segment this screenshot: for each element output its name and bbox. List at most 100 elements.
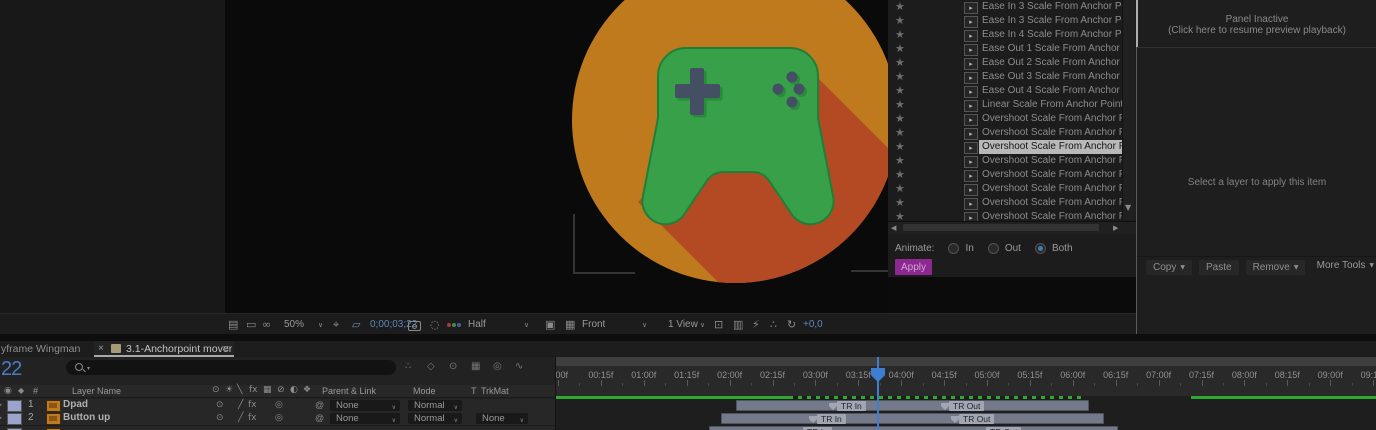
resolution-value[interactable]: Half [468,314,486,335]
timeline-search-field[interactable]: ▾ [66,360,396,375]
transparency-grid-icon[interactable]: ▦ [565,314,575,335]
time-ruler[interactable]: 0:00f 00:15f 01:00f 01:15f 02:00f 02:15f… [556,366,1376,396]
exposure-value[interactable]: +0,0 [803,314,823,335]
mask-glasses-icon[interactable]: ∞ [262,314,271,335]
switch-column-icon[interactable]: ╲ [237,385,242,395]
copy-button[interactable]: Copy▼ [1146,260,1192,275]
region-toggle-icon[interactable]: ▣ [545,314,555,335]
remove-button[interactable]: Remove▼ [1246,260,1306,275]
vertical-scrollbar[interactable]: ▼ [1122,0,1135,220]
favorite-star-icon[interactable]: ★ [895,70,905,84]
preset-item[interactable]: ★ ▸ Ease Out 4 Scale From Anchor Po [888,84,1136,98]
favorite-star-icon[interactable]: ★ [895,182,905,196]
favorite-star-icon[interactable]: ★ [895,0,905,14]
preset-item[interactable]: ★ ▸ Overshoot Scale From Anchor Po [888,182,1136,196]
pick-whip-icon[interactable]: @ [315,413,324,423]
favorite-star-icon[interactable]: ★ [895,14,905,28]
shared-view-icon[interactable]: ⊡ [714,314,723,335]
preset-item[interactable]: ★ ▸ Ease Out 1 Scale From Anchor Po [888,42,1136,56]
pixel-aspect-icon[interactable]: ▥ [733,314,743,335]
radio-out[interactable]: Out [988,243,1021,254]
marker-out-label[interactable]: TR Out [959,414,994,424]
close-icon[interactable]: × [98,343,104,354]
favorite-star-icon[interactable]: ★ [895,84,905,98]
tab-keyframe-wingman[interactable]: yframe Wingman [1,343,80,355]
twirl-icon[interactable]: ▸ [0,400,2,409]
scroll-down-icon[interactable]: ▼ [1125,203,1131,212]
layer-row[interactable]: ▸ 1 Dpad ⊙╱fx◎ @ None∨ Normal∨ [0,399,555,413]
mode-dropdown[interactable]: Normal∨ [408,413,462,424]
mode-column-header[interactable]: Mode [413,386,436,396]
camera-snapshot-icon[interactable] [408,321,421,331]
favorite-star-icon[interactable]: ★ [895,28,905,42]
panel-menu-icon[interactable]: ≡ [223,343,229,355]
favorite-star-icon[interactable]: ★ [895,126,905,140]
layer-corner-handle[interactable] [573,214,635,274]
favorite-star-icon[interactable]: ★ [895,140,905,154]
favorite-star-icon[interactable]: ★ [895,42,905,56]
preset-item[interactable]: ★ ▸ Ease In 4 Scale From Anchor Poi [888,28,1136,42]
chevron-down-icon[interactable]: ∨ [642,315,647,336]
switch-column-icon[interactable]: ❖ [303,385,311,395]
current-time-display[interactable]: 22 [1,358,21,381]
layer-switch-icon[interactable]: fx [248,400,257,410]
trkmat-dropdown[interactable]: None∨ [476,413,528,424]
preset-item[interactable]: ★ ▸ Ease In 3 Scale From Anchor Poi [888,14,1136,28]
timeline-toggle-icon[interactable]: ◎ [493,361,502,372]
preset-item[interactable]: ★ ▸ Ease In 3 Scale From Anchor Poi [888,0,1136,14]
eye-icon[interactable]: ◉ [4,386,12,396]
monitor-icon[interactable]: ▭ [246,314,256,335]
zoom-level-value[interactable]: 50% [284,314,304,335]
grid-guides-icon[interactable]: ⌖ [333,314,339,335]
view-count-value[interactable]: 1 View [668,314,698,335]
favorite-star-icon[interactable]: ★ [895,98,905,112]
apply-button[interactable]: Apply [895,259,932,275]
layer-switch-icon[interactable]: ⊙ [216,413,224,423]
layer-switch-icon[interactable]: ╱ [238,400,243,410]
more-tools-button[interactable]: More Tools ▼ [1317,260,1374,271]
scroll-left-icon[interactable]: ◀ [891,224,896,232]
radio-both[interactable]: Both [1035,243,1073,254]
switch-column-icon[interactable]: ▦ [263,385,272,395]
label-swatch[interactable] [7,400,22,412]
inactive-preview-panel[interactable]: Panel Inactive (Click here to resume pre… [1136,0,1376,334]
favorite-star-icon[interactable]: ★ [895,168,905,182]
layer-duration-bar[interactable] [721,413,1104,424]
layer-duration-bar[interactable] [709,426,1118,430]
view-layout-value[interactable]: Front [582,314,605,335]
layer-row-partial[interactable] [0,425,555,430]
playhead[interactable] [877,357,879,430]
layer-switch-icon[interactable]: ◎ [275,400,283,410]
layer-name[interactable]: Dpad [63,399,88,410]
radio-in[interactable]: In [948,243,973,254]
search-options-icon[interactable]: ▾ [87,365,90,372]
timeline-toggle-icon[interactable]: ▦ [471,361,480,372]
favorite-star-icon[interactable]: ★ [895,56,905,70]
paste-button[interactable]: Paste [1199,260,1239,275]
panel-inactive-subtitle[interactable]: (Click here to resume preview playback) [1137,25,1376,36]
favorite-star-icon[interactable]: ★ [895,154,905,168]
favorite-star-icon[interactable]: ★ [895,112,905,126]
chevron-down-icon[interactable]: ∨ [524,315,529,336]
layer-row[interactable]: ▸ 2 Button up ⊙╱fx◎ @ None∨ Normal∨ None… [0,412,555,426]
layer-name[interactable]: Button up [63,412,110,423]
region-of-interest-icon[interactable]: ▱ [352,314,360,335]
search-input[interactable] [96,360,390,377]
chevron-down-icon[interactable]: ∨ [700,315,705,336]
preset-item[interactable]: ★ ▸ Ease Out 2 Scale From Anchor Po [888,56,1136,70]
layer-switch-icon[interactable]: ⊙ [216,400,224,410]
multi-view-icon[interactable]: ▤ [228,314,238,335]
preset-item[interactable]: ★ ▸ Overshoot Scale From Anchor Po [888,112,1136,126]
switch-column-icon[interactable]: fx [249,385,258,395]
preset-item[interactable]: ★ ▸ Overshoot Scale From Anchor Po [888,140,1136,154]
timeline-toggle-icon[interactable]: ∿ [515,361,523,372]
layer-switch-icon[interactable]: ╱ [238,413,243,423]
switch-column-icon[interactable]: ⊙ [212,385,220,395]
layer-corner-handle[interactable] [851,270,888,272]
timeline-toggle-icon[interactable]: ◇ [427,361,435,372]
mode-dropdown[interactable]: Normal∨ [408,400,462,411]
switch-column-icon[interactable]: ⊘ [277,385,285,395]
marker-in-label[interactable]: TR In [817,414,846,424]
horizontal-scrollbar[interactable]: ◀ ▶ [888,221,1136,234]
rgb-channels-icon[interactable] [447,323,461,327]
